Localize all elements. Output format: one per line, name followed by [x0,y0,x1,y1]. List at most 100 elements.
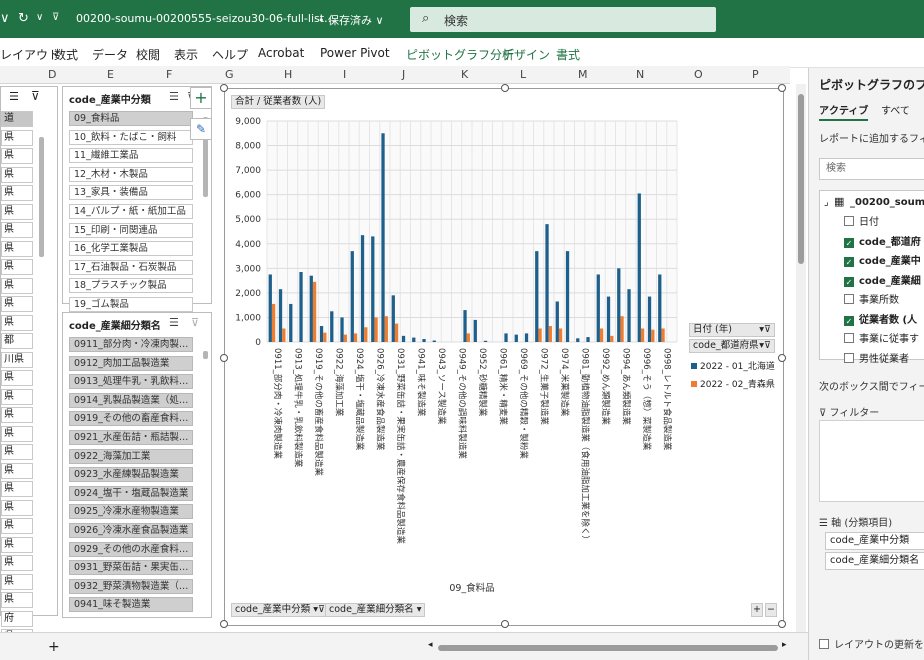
slicer-item[interactable]: 県 [1,555,33,571]
bar-hokkaido[interactable] [565,251,570,342]
bar-hokkaido[interactable] [647,296,652,342]
column-header[interactable]: D [48,68,56,81]
legend-field-button[interactable]: code_都道府県 ▾⊽ [689,339,775,353]
axis-item-middle[interactable]: code_産業中分類 [825,532,924,550]
column-header[interactable]: H [284,68,292,81]
field-checkbox[interactable] [844,333,854,343]
slicer-scrollbar[interactable] [39,137,44,257]
bar-hokkaido[interactable] [514,334,518,342]
defer-update-checkbox[interactable] [819,639,829,649]
slicer-item[interactable]: 県 [1,370,33,386]
save-status[interactable]: • 保存済み ∨ [318,12,384,28]
slicer-item[interactable]: 0922_海藻加工業 [69,448,193,464]
bar-hokkaido[interactable] [319,326,324,342]
customize-qat-icon[interactable]: ∨ [36,12,43,23]
bar-hokkaido[interactable] [555,301,559,342]
slicer-item[interactable]: 県 [1,536,33,553]
slicer-item[interactable]: 17_石油製品・石炭製品 [69,259,193,275]
column-header[interactable]: L [520,68,526,81]
table-name[interactable]: _00200_soumu [850,197,924,208]
bar-aomori[interactable] [312,281,317,342]
slicer-item[interactable]: 19_ゴム製品 [69,297,193,312]
bar-aomori[interactable] [374,317,378,342]
tab-active[interactable]: アクティブ [819,102,869,121]
slicer-item[interactable]: 県 [1,592,33,608]
field-checkbox[interactable]: ✓ [844,315,854,326]
bar-hokkaido[interactable] [371,236,375,342]
slicer-item[interactable]: 都 [1,333,33,349]
slicer-item[interactable]: 県 [1,314,33,331]
tab-all[interactable]: すべて [881,102,910,117]
slicer-item[interactable]: 0911_部分肉・冷凍肉製… [69,337,193,352]
slicer-scrollbar[interactable] [203,351,208,359]
filter-area[interactable] [819,420,924,502]
slicer-item[interactable]: 県 [1,573,33,590]
field-row[interactable]: 事業に従事す [844,330,919,345]
slicer-item[interactable]: 0921_水産缶詰・瓶詰製… [69,430,193,445]
field-checkbox[interactable]: ✓ [844,237,854,248]
bar-aomori[interactable] [620,316,624,342]
collapse-caret-icon[interactable]: ⌟ [824,197,829,208]
field-row[interactable]: ✓ 従業者数 (人 [844,311,917,326]
slicer-item[interactable]: 0931_野菜缶詰・果実缶… [69,560,193,576]
bar-hokkaido[interactable] [289,303,293,342]
bar-hokkaido[interactable] [330,311,334,342]
bar-hokkaido[interactable] [483,340,488,342]
column-header[interactable]: J [402,68,405,81]
slicer-item[interactable]: 0912_肉加工品製造業 [69,355,193,371]
bar-aomori[interactable] [282,328,286,342]
field-checkbox[interactable] [844,216,854,226]
bar-hokkaido[interactable] [309,275,313,342]
bar-aomori[interactable] [538,328,542,342]
bar-hokkaido[interactable] [596,274,600,342]
bar-hokkaido[interactable] [299,272,303,342]
field-row[interactable]: 日付 [844,213,879,228]
horizontal-scrollbar[interactable] [438,645,778,651]
redo-icon[interactable]: ↻ [18,11,29,26]
bar-hokkaido[interactable] [545,224,549,342]
field-checkbox[interactable] [844,352,854,363]
slicer-item[interactable]: 県 [1,240,33,257]
clear-filter-icon[interactable]: ⊽ [191,316,199,329]
slicer-item[interactable]: 県 [1,185,33,201]
slicer-item[interactable]: 県 [1,148,33,164]
slicer-item[interactable]: 県 [1,277,33,294]
slicer-item[interactable]: 県 [1,296,33,312]
bar-hokkaido[interactable] [606,296,611,342]
slicer-item[interactable]: 0929_その他の水産食料… [69,541,193,557]
clear-filter-icon[interactable]: ⊽ [31,89,40,103]
slicer-item[interactable]: 0926_冷凍水産食品製造業 [69,523,193,538]
bar-aomori[interactable] [343,334,347,342]
bar-hokkaido[interactable] [268,274,272,342]
column-header[interactable]: K [461,68,468,81]
field-checkbox[interactable]: ✓ [844,276,854,287]
scrollbar-thumb[interactable] [798,94,804,264]
slicer-item[interactable]: 0914_乳製品製造業（処… [69,392,193,408]
column-header[interactable]: G [225,68,234,81]
slicer-style-brush-icon[interactable]: ✎ [190,118,212,140]
file-name[interactable]: 00200-soumu-00200555-seizou30-06-full-li… [76,12,335,25]
ribbon-tab[interactable]: ヘルプ [212,46,248,63]
multi-select-icon[interactable]: ☰ [169,316,179,329]
bar-hokkaido[interactable] [381,133,385,342]
slicer-item[interactable]: 県 [1,444,33,460]
pivot-chart[interactable]: 合計 / 従業者数 (人) 0 1,000 2,000 3,000 4,000 5,000… [220,84,786,628]
slicer-item[interactable]: 15_印刷・同関連品 [69,222,193,238]
bar-hokkaido[interactable] [463,310,467,342]
bar-aomori[interactable] [599,328,604,342]
collapse-button[interactable]: − [765,603,777,617]
slicer-item[interactable]: 県 [1,518,33,534]
slicer-item[interactable]: 0919_その他の畜産食料… [69,411,193,427]
bar-hokkaido[interactable] [658,274,662,342]
scroll-left-icon[interactable]: ◂ [428,640,433,650]
bar-aomori[interactable] [323,332,327,342]
bar-hokkaido[interactable] [617,268,621,342]
bar-hokkaido[interactable] [278,289,283,342]
slicer-item[interactable]: 0913_処理牛乳・乳飲料… [69,374,193,390]
bar-hokkaido[interactable] [340,317,344,342]
slicer-item[interactable]: 道 [1,111,33,127]
add-sheet-button[interactable]: + [48,639,60,655]
slicer-item[interactable]: 県 [1,222,33,238]
column-header[interactable]: I [343,68,346,81]
slicer-item[interactable]: 府 [1,610,33,627]
